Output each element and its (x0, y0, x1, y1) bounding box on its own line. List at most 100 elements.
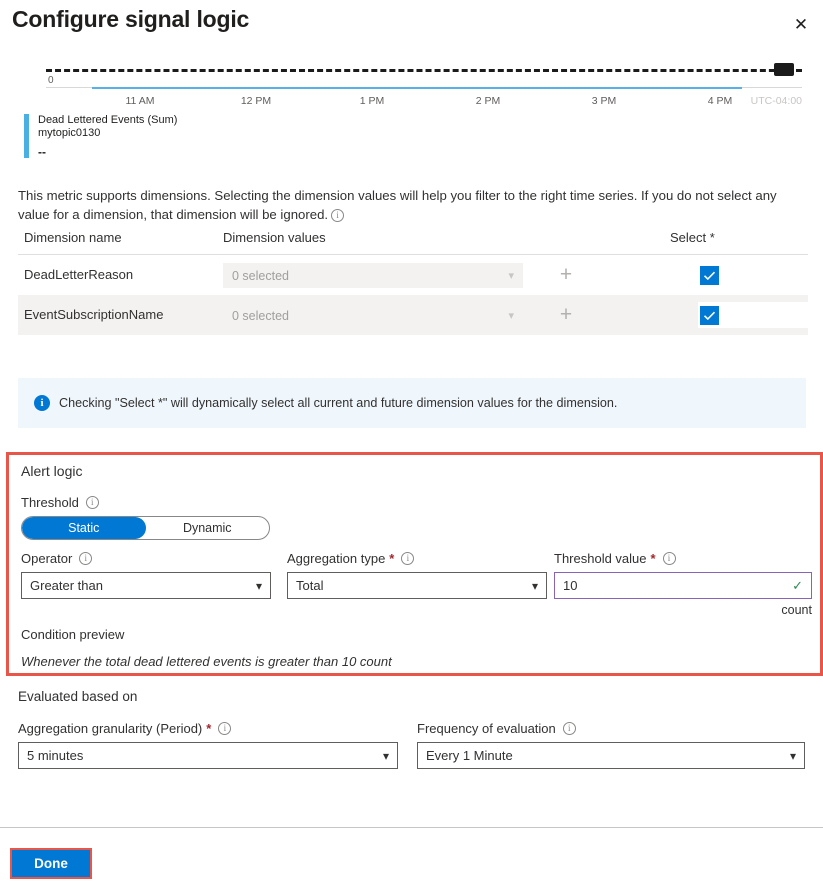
threshold-handle[interactable] (774, 63, 794, 76)
threshold-value-label: Threshold value * i (554, 551, 812, 566)
chevron-down-icon: ▾ (531, 578, 538, 593)
threshold-label-text: Threshold (21, 495, 79, 510)
dimension-values-dropdown-eventsubscriptionname[interactable]: 0 selected ▾ (223, 303, 523, 328)
info-icon: i (34, 395, 50, 411)
legend-resource-name: mytopic0130 (38, 127, 101, 139)
info-icon-operator[interactable]: i (79, 552, 93, 565)
timezone-label: UTC-04:00 (750, 95, 802, 107)
dimension-values-dropdown-deadletterreason[interactable]: 0 selected ▾ (223, 263, 523, 288)
required-asterisk: * (389, 551, 395, 566)
dimension-values-text: 0 selected (232, 268, 289, 283)
info-icon-aggregation-granularity[interactable]: i (218, 722, 232, 735)
aggregation-type-label-text: Aggregation type (287, 551, 386, 566)
required-asterisk: * (650, 551, 656, 566)
operator-value: Greater than (30, 578, 103, 593)
info-icon-frequency-of-evaluation[interactable]: i (562, 722, 576, 735)
info-icon-threshold-value[interactable]: i (662, 552, 676, 565)
page-title: Configure signal logic (12, 6, 250, 32)
chevron-down-icon: ▾ (382, 748, 389, 763)
info-icon-threshold[interactable]: i (85, 496, 99, 509)
done-button[interactable]: Done (12, 850, 90, 877)
operator-label: Operator i (21, 551, 271, 566)
threshold-value-input[interactable]: 10 ✓ (554, 572, 812, 599)
threshold-value-text: 10 (563, 578, 578, 593)
threshold-type-toggle[interactable]: Static Dynamic (21, 516, 270, 540)
frequency-of-evaluation-field-group: Frequency of evaluation i Every 1 Minute… (417, 721, 805, 769)
done-button-highlight: Done (10, 848, 92, 879)
close-icon[interactable]: ✕ (787, 10, 815, 38)
select-all-info-banner: i Checking "Select *" will dynamically s… (18, 378, 806, 428)
x-tick-2: 1 PM (359, 95, 385, 107)
threshold-line (46, 69, 802, 72)
aggregation-granularity-label: Aggregation granularity (Period) * i (18, 721, 398, 736)
select-all-checkbox-eventsubscriptionname[interactable] (700, 306, 719, 325)
column-header-dimension-name: Dimension name (24, 230, 122, 245)
series-line-dead-lettered-events (92, 87, 742, 89)
x-axis-ticks: 11 AM 12 PM 1 PM 2 PM 3 PM 4 PM UTC-04:0… (22, 95, 803, 113)
dimensions-description: This metric supports dimensions. Selecti… (18, 186, 808, 224)
frequency-of-evaluation-value: Every 1 Minute (426, 748, 513, 763)
chevron-down-icon: ▾ (789, 748, 796, 763)
dimension-name-deadletterreason: DeadLetterReason (24, 267, 134, 282)
threshold-type-static-option[interactable]: Static (22, 517, 146, 539)
frequency-of-evaluation-label: Frequency of evaluation i (417, 721, 805, 736)
frequency-of-evaluation-dropdown[interactable]: Every 1 Minute ▾ (417, 742, 805, 769)
legend-current-value: -- (38, 145, 46, 159)
banner-text: Checking "Select *" will dynamically sel… (59, 396, 618, 410)
chevron-down-icon: ▾ (255, 578, 262, 593)
x-tick-4: 3 PM (591, 95, 617, 107)
aggregation-type-field-group: Aggregation type * i Total ▾ (287, 551, 547, 599)
operator-field-group: Operator i Greater than ▾ (21, 551, 271, 599)
threshold-type-dynamic-option[interactable]: Dynamic (146, 517, 270, 539)
threshold-value-label-text: Threshold value (554, 551, 647, 566)
dimension-name-eventsubscriptionname: EventSubscriptionName (24, 307, 164, 322)
aggregation-type-dropdown[interactable]: Total ▾ (287, 572, 547, 599)
threshold-value-field-group: Threshold value * i 10 ✓ count (554, 551, 812, 617)
dimensions-description-text: This metric supports dimensions. Selecti… (18, 188, 777, 222)
threshold-value-unit: count (781, 603, 812, 617)
required-asterisk: * (206, 721, 212, 736)
aggregation-granularity-field-group: Aggregation granularity (Period) * i 5 m… (18, 721, 398, 769)
column-header-select: Select * (670, 230, 715, 245)
x-tick-1: 12 PM (240, 95, 272, 107)
threshold-label: Threshold i (21, 495, 99, 510)
table-row: EventSubscriptionName 0 selected ▾ + (18, 295, 823, 335)
evaluated-based-on-title: Evaluated based on (18, 689, 138, 704)
alert-logic-title: Alert logic (21, 463, 83, 479)
metric-chart: 0 11 AM 12 PM 1 PM 2 PM 3 PM 4 PM UTC-04… (22, 55, 802, 110)
chevron-down-icon: ▾ (508, 270, 514, 282)
dimensions-table: Dimension name Dimension values Select *… (18, 230, 823, 335)
info-icon-dimensions[interactable]: i (331, 209, 345, 222)
aggregation-type-value: Total (296, 578, 324, 593)
info-icon-aggregation-type[interactable]: i (401, 552, 415, 565)
legend-color-bar (24, 114, 29, 158)
table-row: DeadLetterReason 0 selected ▾ + (18, 255, 808, 295)
x-tick-0: 11 AM (125, 95, 155, 107)
aggregation-granularity-value: 5 minutes (27, 748, 84, 763)
chevron-down-icon: ▾ (508, 310, 514, 322)
footer-divider (0, 827, 823, 828)
chart-legend: Dead Lettered Events (Sum) mytopic0130 -… (24, 114, 177, 158)
chart-plot-area: 0 (22, 55, 802, 95)
x-tick-5: 4 PM (707, 95, 733, 107)
condition-preview-text: Whenever the total dead lettered events … (21, 654, 392, 669)
aggregation-type-label: Aggregation type * i (287, 551, 547, 566)
dimension-values-text: 0 selected (232, 308, 289, 323)
aggregation-granularity-dropdown[interactable]: 5 minutes ▾ (18, 742, 398, 769)
legend-metric-name: Dead Lettered Events (Sum) (38, 114, 178, 126)
operator-label-text: Operator (21, 551, 73, 566)
add-dimension-value-button-deadletterreason[interactable]: + (555, 264, 577, 287)
operator-dropdown[interactable]: Greater than ▾ (21, 572, 271, 599)
panel-header: Configure signal logic ✕ (0, 0, 823, 48)
condition-preview-label: Condition preview (21, 627, 125, 642)
configure-signal-logic-panel: Configure signal logic ✕ 0 11 AM 12 PM 1… (0, 0, 823, 883)
y-axis-zero-label: 0 (48, 75, 54, 86)
table-header-row: Dimension name Dimension values Select * (18, 230, 808, 255)
select-all-checkbox-deadletterreason[interactable] (700, 266, 719, 285)
column-header-dimension-values: Dimension values (223, 230, 326, 245)
aggregation-granularity-label-text: Aggregation granularity (Period) (18, 721, 203, 736)
x-tick-3: 2 PM (475, 95, 501, 107)
add-dimension-value-button-eventsubscriptionname[interactable]: + (555, 304, 577, 327)
frequency-of-evaluation-label-text: Frequency of evaluation (417, 721, 556, 736)
valid-check-icon: ✓ (792, 577, 803, 593)
